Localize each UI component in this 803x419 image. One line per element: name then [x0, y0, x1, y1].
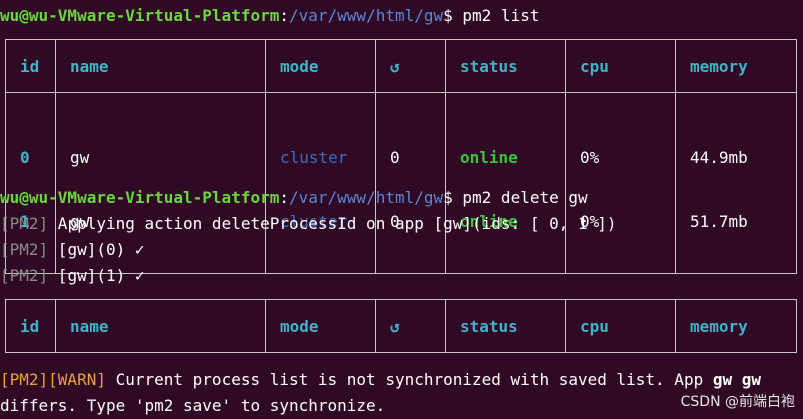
- cell-restarts: 0 0: [375, 92, 446, 274]
- log-line: [PM2] [gw](1) ✓: [0, 263, 145, 289]
- prompt-line-2: wu@wu-VMware-Virtual-Platform:/var/www/h…: [0, 185, 588, 211]
- table-cell: online: [460, 148, 518, 167]
- cell-memory: 44.9mb 51.7mb: [675, 92, 797, 274]
- watermark: CSDN @前端白袍: [680, 394, 795, 410]
- prompt-sep: :: [279, 188, 289, 207]
- prompt-command: pm2 list: [452, 6, 540, 25]
- table-cell: 0: [20, 148, 30, 167]
- prompt-user: wu@wu-VMware-Virtual-Platform: [0, 6, 280, 25]
- warning-text: Current process list is not synchronized…: [105, 370, 713, 389]
- col-header-id: id: [5, 39, 56, 93]
- table-cell: 0%: [580, 148, 600, 167]
- warning-line-1: [PM2][WARN] Current process list is not …: [0, 367, 761, 393]
- col-header-cpu: cpu: [565, 39, 676, 93]
- log-text: Applying action deleteProcessId on app […: [48, 214, 617, 233]
- table-cell: 44.9mb: [690, 148, 748, 167]
- warning-text-2: differs. Type 'pm2 save' to synchronize.: [0, 396, 386, 415]
- prompt-dollar: $: [443, 188, 453, 207]
- prompt-path: /var/www/html/gw: [289, 6, 444, 25]
- col-header-restarts: ↺: [375, 299, 446, 353]
- table-cell: 0: [390, 148, 400, 167]
- col-header-memory: memory: [675, 299, 797, 353]
- col-header-mode: mode: [265, 299, 376, 353]
- col-header-mode: mode: [265, 39, 376, 93]
- prompt-user: wu@wu-VMware-Virtual-Platform: [0, 188, 280, 207]
- log-tag: [PM2]: [0, 266, 49, 285]
- cell-status: online online: [445, 92, 566, 274]
- prompt-sep: :: [279, 6, 289, 25]
- table-cell: 51.7mb: [690, 212, 748, 231]
- prompt-command: pm2 delete gw: [452, 188, 588, 207]
- table-cell: cluster: [280, 148, 348, 167]
- log-text: [gw](1) ✓: [48, 266, 145, 285]
- prompt-line-1: wu@wu-VMware-Virtual-Platform:/var/www/h…: [0, 3, 539, 29]
- log-line: [PM2] [gw](0) ✓: [0, 237, 145, 263]
- col-header-status: status: [445, 39, 566, 93]
- log-tag: [PM2]: [0, 240, 49, 259]
- warning-tag: [PM2][WARN]: [0, 370, 106, 389]
- prompt-path: /var/www/html/gw: [289, 188, 444, 207]
- table-cell: gw: [70, 148, 90, 167]
- prompt-dollar: $: [443, 6, 453, 25]
- col-header-name: name: [55, 299, 266, 353]
- col-header-memory: memory: [675, 39, 797, 93]
- col-header-id: id: [5, 299, 56, 353]
- process-table-2: id name mode ↺ status cpu memory: [5, 299, 797, 353]
- col-header-name: name: [55, 39, 266, 93]
- col-header-status: status: [445, 299, 566, 353]
- log-tag: [PM2]: [0, 214, 49, 233]
- log-line: [PM2] Applying action deleteProcessId on…: [0, 211, 617, 237]
- log-text: [gw](0) ✓: [48, 240, 145, 259]
- cell-cpu: 0% 0%: [565, 92, 676, 274]
- warning-app: gw gw: [712, 370, 762, 389]
- table-header-row: id name mode ↺ status cpu memory: [5, 299, 797, 353]
- table-header-row: id name mode ↺ status cpu memory: [5, 39, 797, 93]
- col-header-restarts: ↺: [375, 39, 446, 93]
- cell-mode: cluster cluster: [265, 92, 376, 274]
- warning-line-2: differs. Type 'pm2 save' to synchronize.: [0, 393, 385, 419]
- col-header-cpu: cpu: [565, 299, 676, 353]
